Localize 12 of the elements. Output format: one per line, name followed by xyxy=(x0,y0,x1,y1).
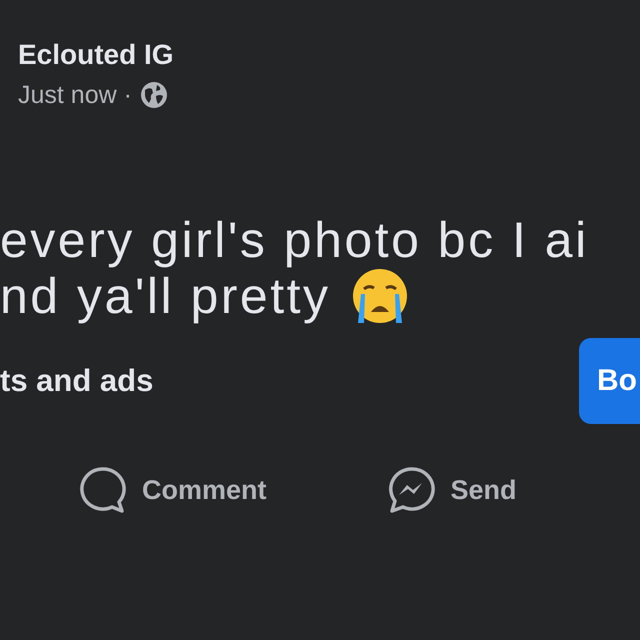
messenger-icon xyxy=(386,466,435,514)
author-name[interactable]: Eclouted IG xyxy=(18,38,174,72)
comment-button[interactable]: Comment xyxy=(78,466,267,514)
post-text-line: nd ya'll pretty xyxy=(0,268,331,324)
crying-face-icon xyxy=(350,267,409,325)
post-text-line: every girl's photo bc I ai xyxy=(0,212,589,268)
post-time: Just now · xyxy=(18,80,132,110)
send-button[interactable]: Send xyxy=(386,466,517,514)
boost-caption: ts and ads xyxy=(0,363,154,399)
boost-button[interactable]: Bo xyxy=(579,338,640,424)
globe-icon xyxy=(140,81,168,109)
comment-icon xyxy=(78,466,126,514)
